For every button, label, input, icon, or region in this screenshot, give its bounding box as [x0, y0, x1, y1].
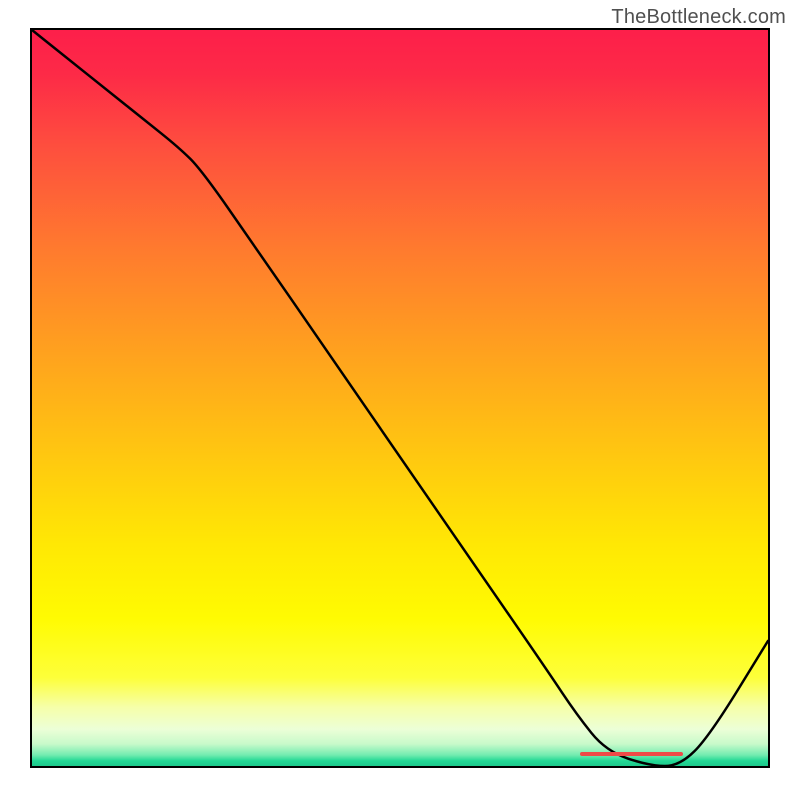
chart-frame: [30, 28, 770, 768]
plateau-marker: [580, 752, 684, 756]
watermark-text: TheBottleneck.com: [611, 6, 786, 29]
chart-svg: [32, 30, 768, 766]
bottleneck-curve: [32, 30, 768, 766]
